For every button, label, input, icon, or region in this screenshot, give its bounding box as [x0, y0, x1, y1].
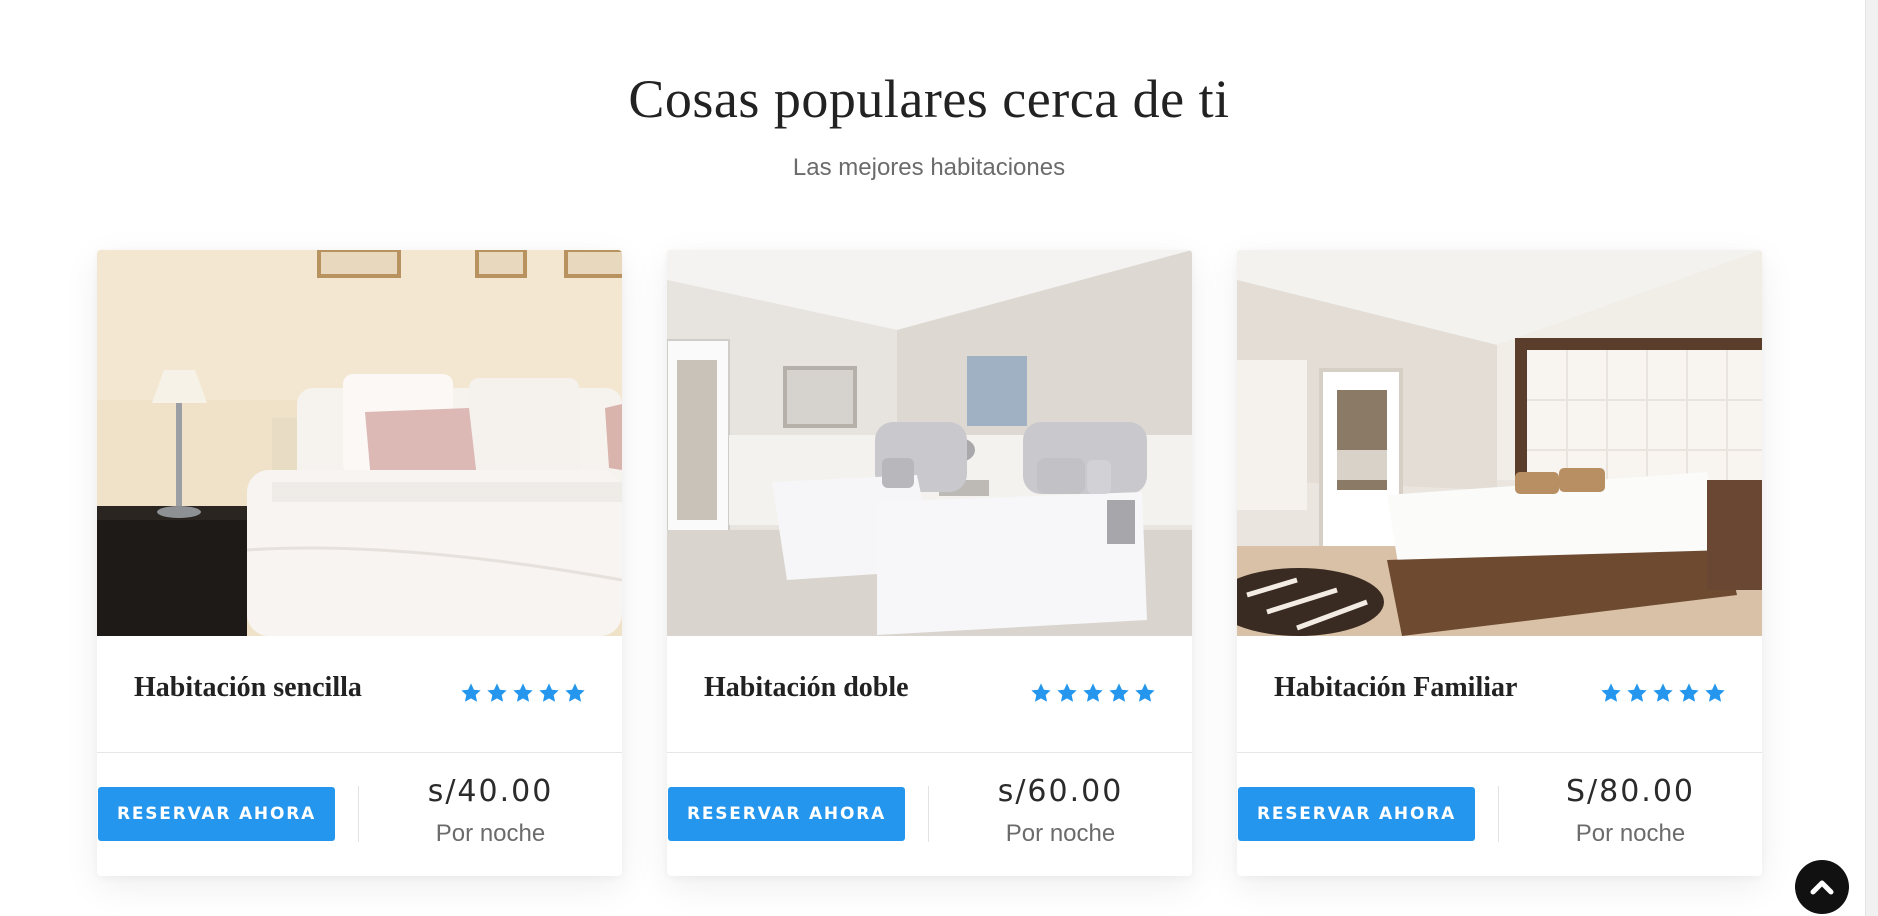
- star-icon: [1135, 683, 1155, 702]
- star-icon: [1031, 683, 1051, 702]
- star-icon: [487, 683, 507, 702]
- section-title: Cosas populares cerca de ti: [628, 69, 1230, 129]
- star-icon: [1679, 683, 1699, 702]
- star-icon: [1109, 683, 1129, 702]
- star-icon: [1083, 683, 1103, 702]
- room-image-family[interactable]: [1237, 250, 1762, 636]
- star-icon: [1057, 683, 1077, 702]
- room-card-double: Habitación doble RESERVAR AHORA s/60.00 …: [667, 250, 1192, 876]
- room-price: s/60.00: [997, 774, 1124, 809]
- room-card-family: Habitación Familiar RESERVAR AHORA S/80.…: [1237, 250, 1762, 876]
- room-title: Habitación Familiar: [1274, 672, 1518, 703]
- star-icon: [461, 683, 481, 702]
- page-scrollbar[interactable]: [1865, 0, 1878, 916]
- room-title: Habitación doble: [704, 672, 909, 703]
- book-now-button[interactable]: RESERVAR AHORA: [98, 787, 335, 841]
- star-icon: [565, 683, 585, 702]
- star-icon: [539, 683, 559, 702]
- scroll-to-top-button[interactable]: [1795, 860, 1849, 914]
- card-divider: [97, 752, 622, 753]
- price-unit: Por noche: [1005, 820, 1116, 847]
- room-title: Habitación sencilla: [134, 672, 362, 703]
- room-image-single[interactable]: [97, 250, 622, 636]
- star-icon: [1627, 683, 1647, 702]
- chevron-up-icon: [1810, 880, 1834, 895]
- rating-stars: [1030, 682, 1160, 704]
- star-icon: [1705, 683, 1725, 702]
- book-now-button[interactable]: RESERVAR AHORA: [668, 787, 905, 841]
- price-unit: Por noche: [1575, 820, 1686, 847]
- card-divider: [667, 752, 1192, 753]
- room-card-single: Habitación sencilla RESERVAR AHORA s/40.…: [97, 250, 622, 876]
- rating-stars: [460, 682, 590, 704]
- section-subtitle: Las mejores habitaciones: [792, 154, 1066, 181]
- price-unit: Por noche: [435, 820, 546, 847]
- room-image-double[interactable]: [667, 250, 1192, 636]
- rating-stars: [1600, 682, 1730, 704]
- book-now-button[interactable]: RESERVAR AHORA: [1238, 787, 1475, 841]
- room-price: S/80.00: [1565, 774, 1696, 809]
- star-icon: [513, 683, 533, 702]
- card-divider: [1237, 752, 1762, 753]
- room-price: s/40.00: [427, 774, 554, 809]
- star-icon: [1601, 683, 1621, 702]
- star-icon: [1653, 683, 1673, 702]
